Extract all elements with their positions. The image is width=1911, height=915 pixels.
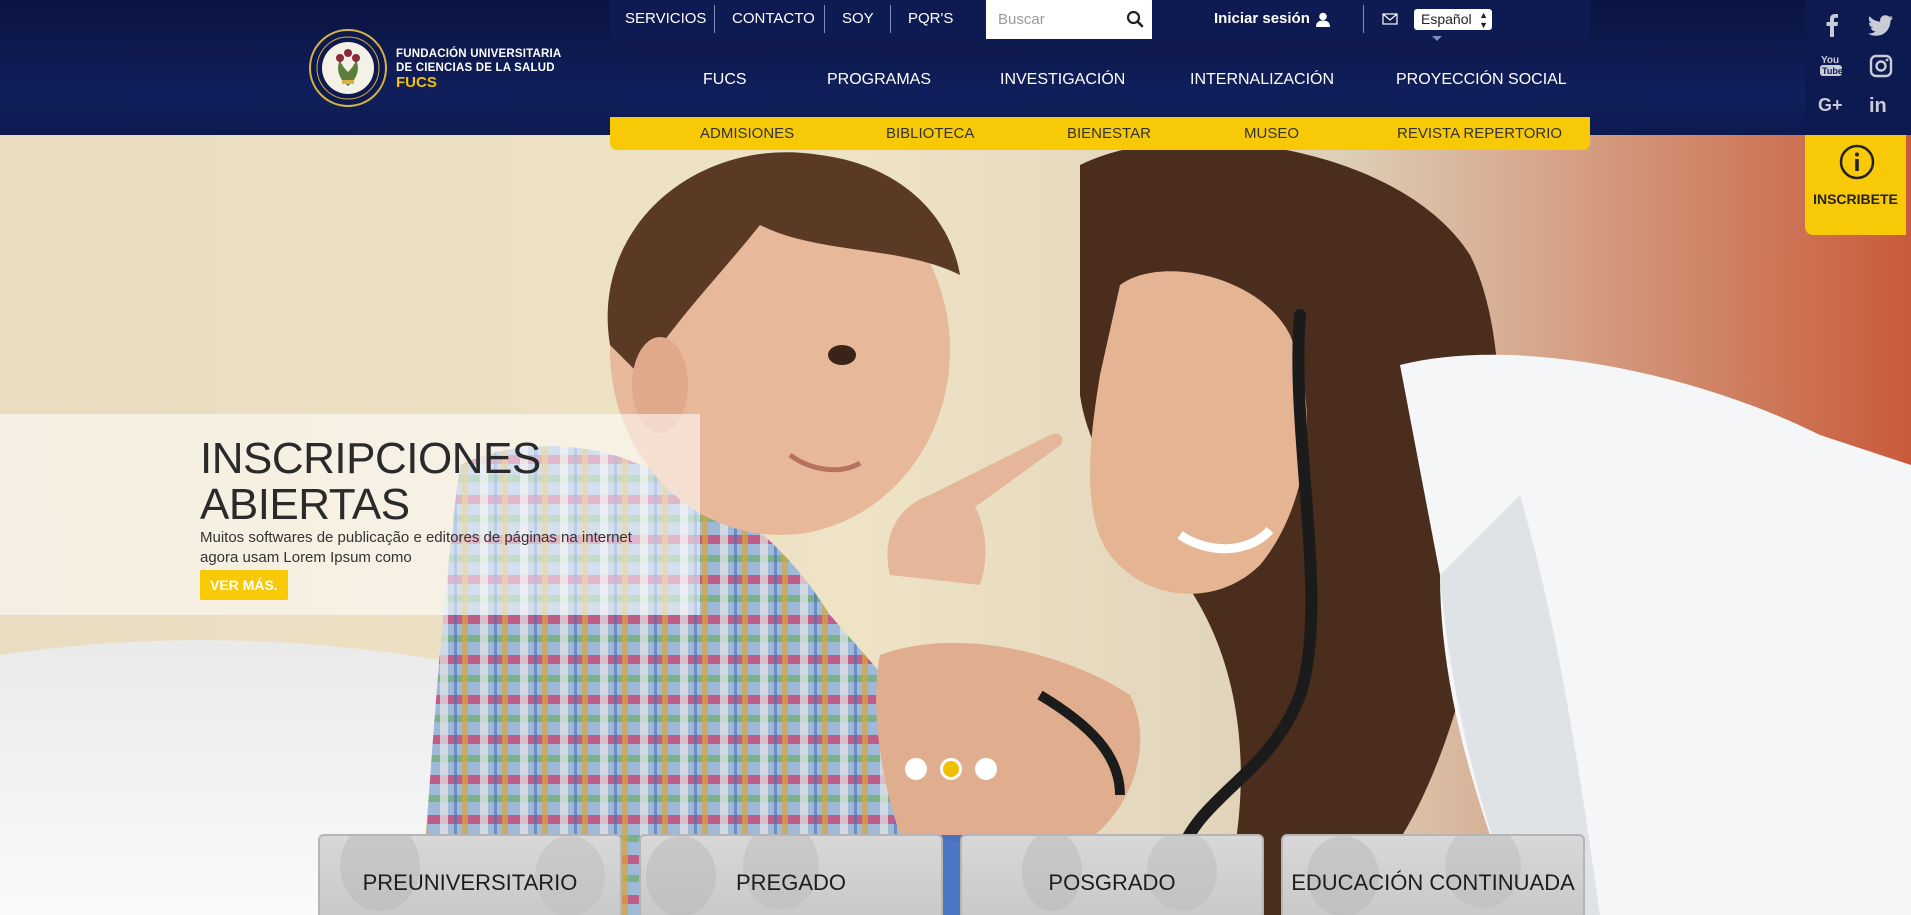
mainnav-investigacion[interactable]: INVESTIGACIÓN: [1000, 71, 1125, 89]
nav-servicios[interactable]: SERVICIOS: [625, 0, 706, 38]
slider-dot-1[interactable]: [905, 758, 927, 780]
subnav-revista-repertorio[interactable]: REVISTA REPERTORIO: [1397, 117, 1562, 150]
logo-line-3: FUCS: [396, 73, 437, 91]
inscribete-label: INSCRIBETE: [1813, 191, 1898, 207]
svg-text:You: You: [1821, 55, 1839, 66]
card-label: PREUNIVERSITARIO: [362, 870, 578, 895]
login-link[interactable]: Iniciar sesión: [1214, 0, 1330, 38]
divider: [714, 5, 715, 33]
card-educacion-continuada[interactable]: EDUCACIÓN CONTINUADA: [1281, 834, 1585, 915]
mainnav-fucs[interactable]: FUCS: [703, 71, 747, 89]
svg-text:G+: G+: [1818, 95, 1843, 115]
slider-dot-2[interactable]: [940, 758, 962, 780]
slider-dots: [905, 758, 997, 780]
fucs-logo[interactable]: FUNDACIÓN UNIVERSITARIA DE CIENCIAS DE L…: [308, 26, 568, 110]
hero-title-line-1: INSCRIPCIONES: [200, 434, 541, 483]
hero-caption: INSCRIPCIONES ABIERTAS Muitos softwares …: [0, 414, 700, 615]
logo-line-2: DE CIENCIAS DE LA SALUD: [396, 61, 555, 74]
search-box: [986, 0, 1152, 39]
mail-icon[interactable]: [1382, 12, 1398, 26]
twitter-icon[interactable]: [1867, 11, 1895, 39]
divider: [1363, 5, 1364, 33]
language-select[interactable]: Español ▲ ▼: [1414, 9, 1492, 30]
card-pregado[interactable]: PREGADO: [639, 834, 943, 915]
svg-text:Tube: Tube: [1822, 66, 1843, 76]
search-input[interactable]: [986, 0, 1114, 39]
mainnav-internalizacion[interactable]: INTERNALIZACIÓN: [1190, 71, 1334, 89]
divider: [890, 5, 891, 33]
linkedin-icon[interactable]: in: [1867, 91, 1895, 119]
card-preuniversitario[interactable]: PREUNIVERSITARIO: [318, 834, 622, 915]
language-value: Español: [1421, 11, 1472, 27]
search-icon[interactable]: [1126, 10, 1144, 28]
ver-mas-button[interactable]: VER MÁS.: [200, 570, 288, 600]
divider: [824, 5, 825, 33]
mainnav-programas[interactable]: PROGRAMAS: [827, 71, 931, 89]
university-seal-icon: [309, 29, 387, 107]
nav-soy[interactable]: SOY: [842, 0, 874, 38]
user-icon: [1315, 12, 1330, 27]
card-posgrado[interactable]: POSGRADO: [960, 834, 1264, 915]
login-label: Iniciar sesión: [1214, 10, 1310, 27]
caret-icon: [1432, 36, 1442, 41]
card-label: PREGADO: [735, 870, 847, 895]
hero-title: INSCRIPCIONES ABIERTAS: [200, 436, 620, 528]
inscribete-button[interactable]: INSCRIBETE: [1805, 135, 1906, 235]
social-links: You Tube G+ in: [1805, 0, 1911, 135]
info-icon: [1839, 144, 1875, 180]
card-label: EDUCACIÓN CONTINUADA: [1291, 870, 1575, 895]
mainnav-proyeccion-social[interactable]: PROYECCIÓN SOCIAL: [1396, 71, 1567, 89]
card-label: POSGRADO: [1048, 870, 1176, 895]
secondary-nav: ADMISIONES BIBLIOTECA BIENESTAR MUSEO RE…: [610, 117, 1590, 150]
logo-line-1: FUNDACIÓN UNIVERSITARIA: [396, 47, 562, 60]
subnav-biblioteca[interactable]: BIBLIOTECA: [886, 117, 974, 150]
hero-title-line-2: ABIERTAS: [200, 480, 410, 529]
google-plus-icon[interactable]: G+: [1818, 91, 1846, 119]
nav-contacto[interactable]: CONTACTO: [732, 0, 815, 38]
instagram-icon[interactable]: [1867, 52, 1895, 80]
slider-dot-3[interactable]: [975, 758, 997, 780]
site-header: FUNDACIÓN UNIVERSITARIA DE CIENCIAS DE L…: [0, 0, 1911, 135]
svg-text:in: in: [1869, 95, 1887, 117]
top-bar: SERVICIOS CONTACTO SOY PQR'S Iniciar ses…: [610, 0, 1590, 41]
subnav-admisiones[interactable]: ADMISIONES: [700, 117, 794, 150]
facebook-icon[interactable]: [1818, 11, 1846, 39]
subnav-museo[interactable]: MUSEO: [1244, 117, 1299, 150]
select-arrows-icon: ▲ ▼: [1479, 10, 1488, 30]
youtube-icon[interactable]: You Tube: [1818, 52, 1846, 80]
subnav-bienestar[interactable]: BIENESTAR: [1067, 117, 1151, 150]
hero-text: Muitos softwares de publicação e editore…: [200, 529, 632, 566]
nav-pqrs[interactable]: PQR'S: [908, 0, 953, 38]
hero-slider: INSCRIPCIONES ABIERTAS Muitos softwares …: [0, 135, 1911, 915]
